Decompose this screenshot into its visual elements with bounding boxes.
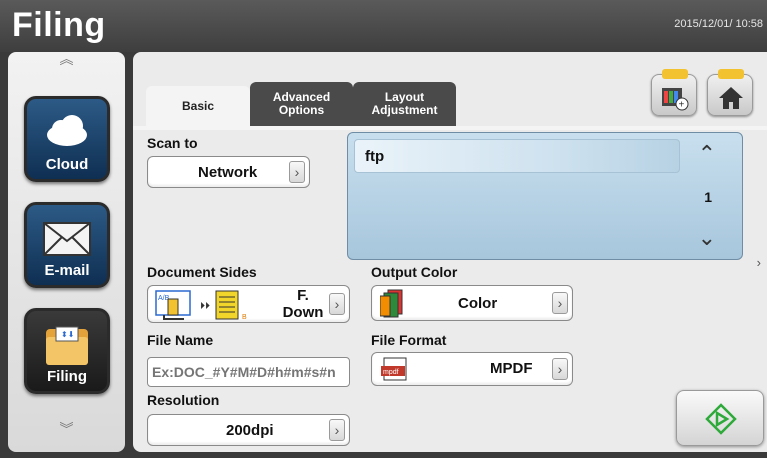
document-sides-line1: F. [297,287,309,304]
output-color-label: Output Color [371,264,458,280]
svg-text:⬍⬇: ⬍⬇ [61,330,74,339]
output-color-select[interactable]: Color › [371,285,573,321]
home-icon [719,87,743,109]
tab-advanced-options[interactable]: Advanced Options [250,82,353,126]
datetime: 2015/12/01/ 10:58 [674,18,763,30]
chevron-up-icon[interactable]: ⌃ [698,141,716,167]
sidebar-item-label: Filing [47,368,87,385]
envelope-icon [43,222,91,256]
chevron-right-icon: › [552,292,568,314]
home-button[interactable] [707,69,753,116]
chevron-right-icon: › [329,293,345,315]
scan-to-select[interactable]: Network › [147,156,310,188]
home-tab-accent [718,69,744,79]
resolution-value: 200dpi [226,422,274,439]
folder-icon: ⬍⬇ [46,326,88,365]
profile-settings-icon: + [662,88,689,111]
output-color-value: Color [458,295,498,312]
chevron-down-icon[interactable]: ⌄ [698,225,716,251]
sidebar-item-email[interactable]: E-mail [24,202,110,288]
scan-to-label: Scan to [147,135,198,151]
svg-text:⏵⏵: ⏵⏵ [200,301,210,312]
destination-item[interactable]: ftp [354,139,680,173]
top-bar: Filing 2015/12/01/ 10:58 [0,0,767,52]
next-page-icon[interactable]: › [757,255,761,270]
file-format-value: MPDF [490,360,533,377]
file-format-select[interactable]: mpdf MPDF › [371,352,573,386]
tab-layout-adjustment[interactable]: Layout Adjustment [353,82,456,126]
scan-to-value: Network [198,164,258,181]
resolution-select[interactable]: 200dpi › [147,414,350,446]
document-sides-badge: B [242,314,247,321]
document-sides-value: F. Down [278,287,328,321]
profile-button[interactable]: + [651,69,697,116]
sidebar-item-filing[interactable]: ⬍⬇ Filing [24,308,110,394]
start-scan-button[interactable] [676,390,764,446]
document-sides-line2: Down [282,304,324,321]
tab-label: Basic [181,98,215,113]
scroll-up-icon[interactable]: ︽ [60,52,74,66]
document-feed-icon: A/B ⏵⏵ B [155,290,247,321]
sidebar-item-cloud[interactable]: Cloud [24,96,110,182]
svg-text:+: + [679,100,685,111]
file-name-input[interactable] [147,357,350,387]
mpdf-icon-text: mpdf [383,369,399,376]
tab-label: Layout Adjustment [371,90,438,117]
chevron-right-icon: › [289,161,305,183]
sidebar-item-label: E-mail [44,262,90,279]
app-title: Filing [12,6,106,44]
destination-item-label: ftp [365,148,385,165]
destination-list[interactable]: ftp ⌃ 1 ⌄ [347,132,743,260]
profile-tab-accent [662,69,688,79]
start-icon [705,403,737,435]
chevron-right-icon: › [329,419,345,441]
color-icon [380,289,403,318]
tab-underline [133,126,767,130]
document-sides-label: Document Sides [147,264,257,280]
chevron-right-icon: › [552,358,568,380]
sidebar: ︽ Cloud E-mail ⬍⬇ Filing ︾ [8,52,125,452]
mpdf-icon: mpdf [381,357,407,381]
tab-label: Advanced Options [272,90,331,117]
resolution-label: Resolution [147,392,220,408]
cloud-icon [47,115,87,146]
destination-count: 1 [704,189,712,205]
main-panel: Basic Advanced Options Layout Adjustment +… [133,52,767,452]
tab-basic[interactable]: Basic [146,86,250,126]
file-name-label: File Name [147,332,214,348]
document-sides-select[interactable]: A/B ⏵⏵ B F. Down › [147,285,350,323]
sidebar-item-label: Cloud [45,156,89,173]
file-format-label: File Format [371,332,447,348]
scroll-down-icon[interactable]: ︾ [60,422,74,436]
